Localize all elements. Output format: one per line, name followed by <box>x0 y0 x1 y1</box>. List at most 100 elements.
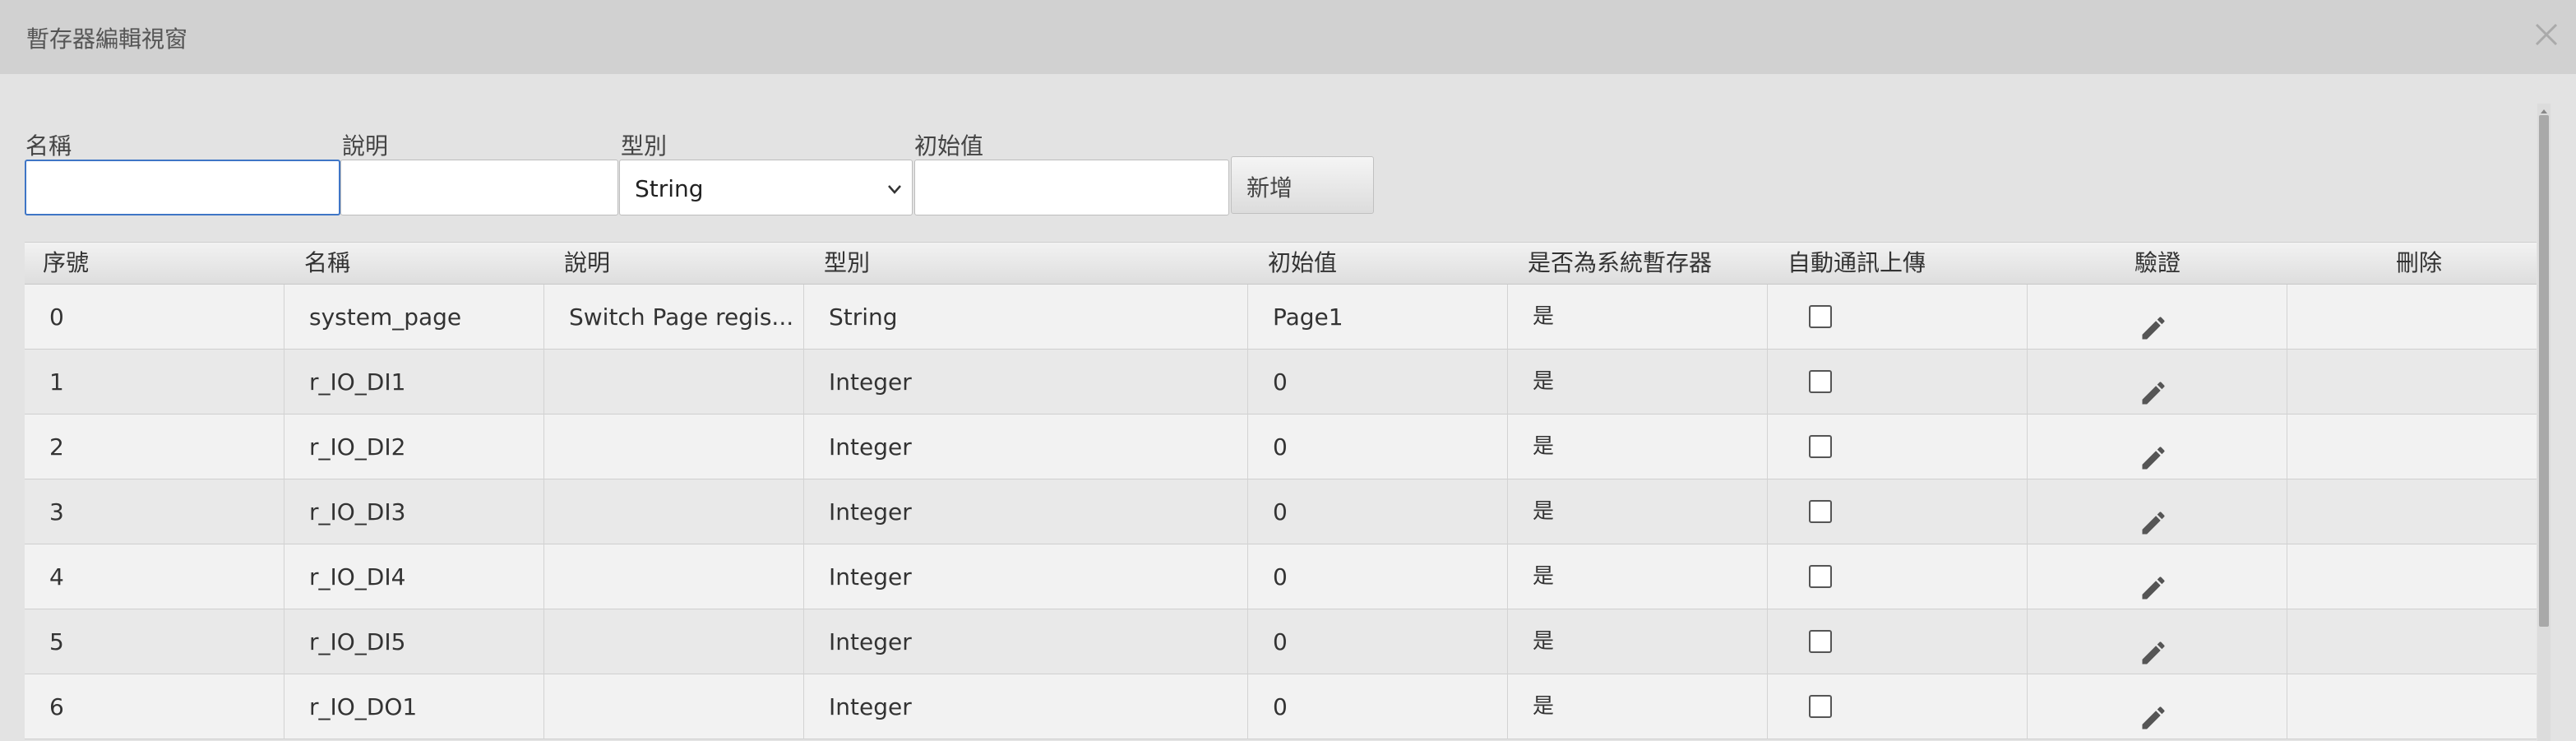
desc-input[interactable] <box>340 160 618 215</box>
pencil-icon[interactable] <box>2139 563 2168 600</box>
table-row[interactable]: 1 r_IO_DI1 Integer 0 是 <box>25 350 2537 414</box>
cell-system-register: 是 <box>1508 674 1768 739</box>
cell-initial-value: 0 <box>1248 479 1508 544</box>
cell-auto-upload <box>1768 285 2028 350</box>
checkbox-icon[interactable] <box>1809 370 1832 393</box>
cell-description <box>544 609 804 674</box>
add-register-form: 名稱 說明 型別 初始值 String 新增 <box>0 123 2576 222</box>
cell-validate <box>2028 350 2287 414</box>
cell-system-register: 是 <box>1508 285 1768 350</box>
type-select-value: String <box>635 175 704 202</box>
cell-validate <box>2028 479 2287 544</box>
pencil-icon[interactable] <box>2139 628 2168 665</box>
cell-initial-value: Page1 <box>1248 285 1508 350</box>
cell-delete <box>2287 285 2537 350</box>
cell-type: Integer <box>804 609 1248 674</box>
init-label: 初始值 <box>914 132 984 160</box>
pencil-icon[interactable] <box>2139 433 2168 470</box>
close-icon[interactable] <box>2528 16 2564 53</box>
cell-index: 3 <box>25 479 284 544</box>
cell-validate <box>2028 544 2287 609</box>
checkbox-icon[interactable] <box>1809 695 1832 718</box>
type-label: 型別 <box>621 132 668 160</box>
cell-index: 5 <box>25 609 284 674</box>
cell-name: r_IO_DI2 <box>284 414 544 479</box>
cell-system-register: 是 <box>1508 609 1768 674</box>
cell-index: 1 <box>25 350 284 414</box>
pencil-icon[interactable] <box>2139 368 2168 405</box>
cell-index: 4 <box>25 544 284 609</box>
cell-name: r_IO_DI5 <box>284 609 544 674</box>
table-row[interactable]: 3 r_IO_DI3 Integer 0 是 <box>25 479 2537 544</box>
cell-name: r_IO_DI1 <box>284 350 544 414</box>
cell-initial-value: 0 <box>1248 414 1508 479</box>
table-row[interactable]: 0 system_page Switch Page regis... Strin… <box>25 285 2537 350</box>
init-input[interactable] <box>914 160 1229 215</box>
cell-auto-upload <box>1768 674 2028 739</box>
cell-delete <box>2287 479 2537 544</box>
cell-description <box>544 674 804 739</box>
pencil-icon[interactable] <box>2139 692 2168 729</box>
checkbox-icon[interactable] <box>1809 305 1832 328</box>
cell-auto-upload <box>1768 544 2028 609</box>
cell-initial-value: 0 <box>1248 544 1508 609</box>
type-select[interactable]: String <box>619 160 913 215</box>
scroll-up-arrow-icon[interactable] <box>2539 104 2549 113</box>
cell-description <box>544 479 804 544</box>
cell-type: Integer <box>804 479 1248 544</box>
cell-initial-value: 0 <box>1248 609 1508 674</box>
header-validate[interactable]: 驗證 <box>2134 243 2181 285</box>
header-initial-value[interactable]: 初始值 <box>1268 243 1337 285</box>
cell-description: Switch Page regis... <box>544 285 804 350</box>
cell-auto-upload <box>1768 609 2028 674</box>
name-label: 名稱 <box>25 132 72 160</box>
cell-name: r_IO_DO1 <box>284 674 544 739</box>
cell-type: Integer <box>804 544 1248 609</box>
table-row[interactable]: 6 r_IO_DO1 Integer 0 是 <box>25 674 2537 739</box>
cell-type: Integer <box>804 674 1248 739</box>
header-description[interactable]: 說明 <box>564 243 610 285</box>
header-name[interactable]: 名稱 <box>304 243 350 285</box>
name-input[interactable] <box>25 160 340 215</box>
checkbox-icon[interactable] <box>1809 500 1832 523</box>
header-type[interactable]: 型別 <box>824 243 870 285</box>
checkbox-icon[interactable] <box>1809 435 1832 458</box>
cell-name: system_page <box>284 285 544 350</box>
add-button[interactable]: 新增 <box>1231 156 1374 214</box>
cell-index: 6 <box>25 674 284 739</box>
header-index[interactable]: 序號 <box>43 243 89 285</box>
register-table: 序號 名稱 說明 型別 初始值 是否為系統暫存器 自動通訊上傳 驗證 刪除 0 … <box>25 242 2537 741</box>
cell-validate <box>2028 674 2287 739</box>
cell-validate <box>2028 609 2287 674</box>
table-row[interactable]: 4 r_IO_DI4 Integer 0 是 <box>25 544 2537 609</box>
checkbox-icon[interactable] <box>1809 630 1832 653</box>
table-row[interactable]: 2 r_IO_DI2 Integer 0 是 <box>25 414 2537 479</box>
cell-delete <box>2287 414 2537 479</box>
pencil-icon[interactable] <box>2139 303 2168 340</box>
cell-name: r_IO_DI3 <box>284 479 544 544</box>
checkbox-icon[interactable] <box>1809 565 1832 588</box>
table-body: 0 system_page Switch Page regis... Strin… <box>25 285 2537 739</box>
cell-auto-upload <box>1768 350 2028 414</box>
dialog-title: 暫存器編輯視窗 <box>26 25 188 53</box>
table-row[interactable]: 5 r_IO_DI5 Integer 0 是 <box>25 609 2537 674</box>
scrollbar-thumb[interactable] <box>2539 115 2549 627</box>
cell-description <box>544 414 804 479</box>
cell-system-register: 是 <box>1508 479 1768 544</box>
cell-system-register: 是 <box>1508 350 1768 414</box>
cell-validate <box>2028 414 2287 479</box>
cell-delete <box>2287 609 2537 674</box>
cell-type: Integer <box>804 414 1248 479</box>
cell-delete <box>2287 544 2537 609</box>
cell-name: r_IO_DI4 <box>284 544 544 609</box>
pencil-icon[interactable] <box>2139 498 2168 535</box>
header-auto-upload[interactable]: 自動通訊上傳 <box>1787 243 1926 285</box>
cell-index: 2 <box>25 414 284 479</box>
desc-label: 說明 <box>342 132 389 160</box>
header-system-register[interactable]: 是否為系統暫存器 <box>1528 243 1712 285</box>
cell-delete <box>2287 350 2537 414</box>
cell-initial-value: 0 <box>1248 674 1508 739</box>
table-header: 序號 名稱 說明 型別 初始值 是否為系統暫存器 自動通訊上傳 驗證 刪除 <box>25 242 2537 285</box>
header-delete[interactable]: 刪除 <box>2396 243 2442 285</box>
cell-type: String <box>804 285 1248 350</box>
